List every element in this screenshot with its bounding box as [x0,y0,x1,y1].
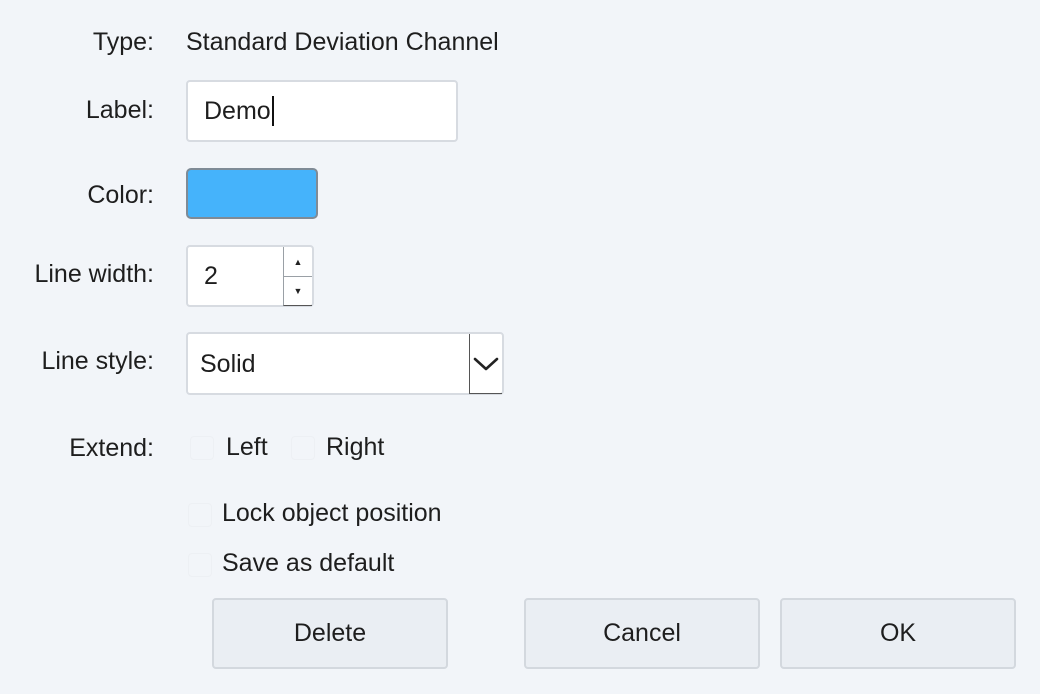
label-input-value: Demo [204,96,271,125]
line-width-value: 2 [204,262,218,290]
text-caret [271,96,274,126]
color-label: Color: [87,181,154,209]
extend-label: Extend: [69,434,154,462]
save-default-checkbox[interactable] [188,553,212,577]
lock-position-checkbox[interactable] [188,503,212,527]
type-label: Type: [92,28,154,56]
line-style-value: Solid [200,350,256,378]
caret-down-icon[interactable]: ▼ [284,276,312,305]
lock-position-label[interactable]: Lock object position [222,498,442,528]
extend-left-label[interactable]: Left [226,432,268,462]
delete-button[interactable]: Delete [212,598,448,669]
color-swatch-button[interactable] [186,168,318,219]
line-style-select[interactable]: Solid [186,332,504,395]
type-value: Standard Deviation Channel [186,28,499,56]
line-width-spinner[interactable]: 2 ▲ ▼ [186,245,314,307]
line-width-label: Line width: [34,260,154,288]
ok-button[interactable]: OK [780,598,1016,669]
extend-right-checkbox[interactable] [291,436,315,460]
label-label: Label: [85,96,154,124]
spin-buttons: ▲ ▼ [283,247,312,306]
label-input[interactable]: Demo [186,80,458,142]
line-style-label: Line style: [41,347,154,375]
chevron-down-icon[interactable] [469,334,502,394]
save-default-label[interactable]: Save as default [222,548,394,578]
caret-up-icon[interactable]: ▲ [284,247,312,277]
extend-right-label[interactable]: Right [326,432,384,462]
cancel-button[interactable]: Cancel [524,598,760,669]
extend-left-checkbox[interactable] [190,436,214,460]
